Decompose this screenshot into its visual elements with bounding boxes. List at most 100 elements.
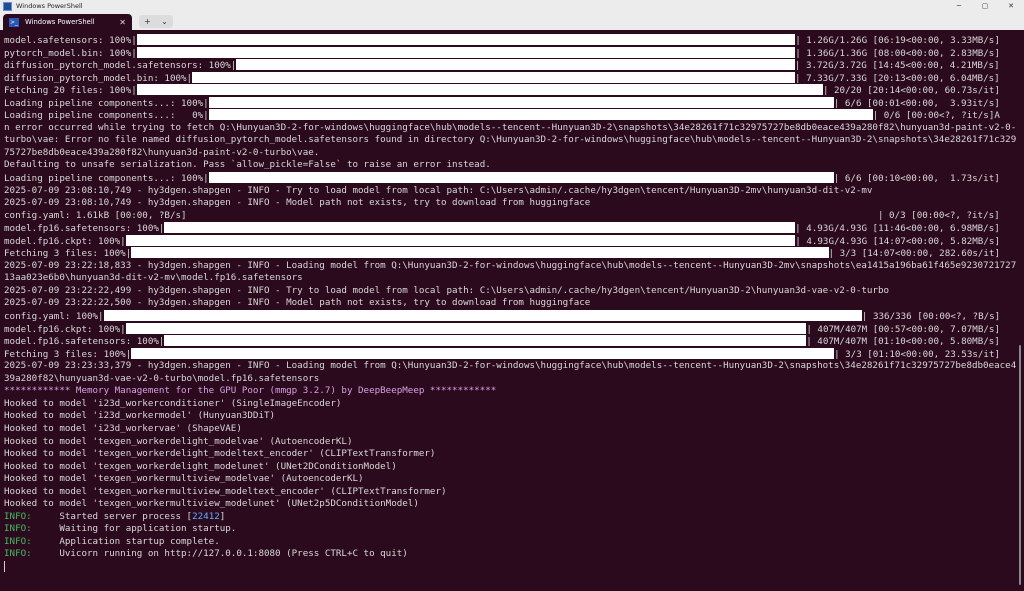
process-id: 22412 — [192, 510, 220, 522]
progress-label: Loading pipeline components...: 0%| — [4, 110, 209, 122]
progress-stats: | 3/3 [01:10<00:00, 23.53s/it] — [834, 348, 1001, 360]
terminal-line: Fetching 3 files: 100%| | 3/3 [14:07<00:0… — [4, 247, 1016, 260]
new-tab-button[interactable]: + — [144, 17, 151, 26]
progress-label: pytorch_model.bin: 100%| — [4, 47, 137, 59]
progress-label: model.fp16.safetensors: 100%| — [4, 223, 165, 235]
progress-label: model.fp16.safetensors: 100%| — [4, 336, 165, 348]
progress-stats: | 6/6 [00:01<00:00, 3.93it/s] — [833, 97, 1000, 109]
progress-stats: | 0/3 [00:00<?, ?it/s] — [877, 209, 1000, 221]
terminal-line: diffusion_pytorch_model.bin: 100%| | 7.33… — [4, 71, 1016, 85]
progress-stats: | 1.36G/1.36G [08:00<00:00, 2.83MB/s] — [795, 47, 1000, 59]
progress-stats: | 407M/407M [00:57<00:00, 7.07MB/s] — [806, 323, 1000, 335]
log-level: INFO: — [4, 510, 32, 522]
terminal-line: model.fp16.ckpt: 100%| | 4.93G/4.93G [14:… — [4, 234, 1016, 248]
terminal-line: Fetching 3 files: 100%| | 3/3 [01:10<00:0… — [4, 347, 1016, 361]
progress-bar — [125, 322, 807, 334]
terminal-line: Hooked to model 'texgen_workerdelight_mo… — [4, 436, 1016, 449]
terminal-text: 2025-07-09 23:23:33,379 - hy3dgen.shapge… — [4, 360, 1016, 372]
terminal-text: 39a280f82\hunyuan3d-vae-v2-0-turbo\model… — [4, 372, 320, 384]
terminal-text: Hooked to model 'texgen_workerdelight_mo… — [4, 435, 353, 447]
terminal-line: Hooked to model 'texgen_workerdelight_mo… — [4, 461, 1016, 474]
progress-label: diffusion_pytorch_model.bin: 100%| — [4, 72, 193, 84]
terminal-line: INFO: Started server process [22412] — [4, 511, 1016, 524]
terminal-line: n error occurred while trying to fetch Q… — [4, 122, 1016, 135]
terminal-text: Hooked to model 'i23d_workerconditioner'… — [4, 397, 342, 409]
terminal-line: 2025-07-09 23:22:22,499 - hy3dgen.shapge… — [4, 285, 1016, 298]
progress-label: Fetching 3 files: 100%| — [4, 348, 132, 360]
progress-stats: | 4.93G/4.93G [14:07<00:00, 5.82MB/s] — [795, 235, 1000, 247]
terminal-text: Hooked to model 'texgen_workermultiview_… — [4, 498, 419, 510]
terminal-text: Hooked to model 'texgen_workerdelight_mo… — [4, 460, 397, 472]
terminal-line: Loading pipeline components...: 100%| | 6… — [4, 172, 1016, 185]
tab-close-icon[interactable]: ✕ — [119, 18, 126, 27]
log-message: Started server process [ — [31, 510, 193, 522]
terminal-text: 2025-07-09 23:22:18,833 - hy3dgen.shapge… — [4, 259, 1016, 271]
terminal-line: diffusion_pytorch_model.safetensors: 100… — [4, 59, 1016, 72]
progress-bar — [125, 234, 796, 246]
progress-stats: | 4.93G/4.93G [11:46<00:00, 6.98MB/s] — [795, 223, 1000, 235]
terminal-text: Defaulting to unsafe serialization. Pass… — [4, 159, 491, 171]
progress-stats: | 3/3 [14:07<00:00, 282.60s/it] — [828, 248, 1001, 260]
progress-bar — [131, 347, 835, 359]
terminal-line: Hooked to model 'texgen_workermultiview_… — [4, 473, 1016, 486]
close-button[interactable]: ✕ — [998, 0, 1024, 12]
terminal-text: 13aa023e6b0\hunyuan3d-dit-v2-mv\model.fp… — [4, 272, 303, 284]
terminal-line: model.fp16.safetensors: 100%| | 4.93G/4.9… — [4, 222, 1016, 235]
terminal-output[interactable]: model.safetensors: 100%| | 1.26G/1.26G [0… — [4, 34, 1016, 584]
scrollbar[interactable] — [1019, 345, 1021, 585]
minimize-button[interactable]: ─ — [946, 0, 972, 12]
terminal-line: config.yaml: 100%| | 336/336 [00:00<?, ?B… — [4, 310, 1016, 323]
progress-label: Loading pipeline components...: 100%| — [4, 173, 209, 185]
maximize-button[interactable]: ▢ — [972, 0, 998, 12]
terminal-line: ************ Memory Management for the G… — [4, 385, 1016, 398]
terminal-text: turbo\vae: Error no file named diffusion… — [4, 134, 1016, 146]
terminal-text: 2025-07-09 23:22:22,500 - hy3dgen.shapge… — [4, 297, 591, 309]
progress-bar — [192, 71, 796, 83]
progress-stats: | 3.72G/3.72G [14:45<00:00, 4.21MB/s] — [794, 60, 1000, 72]
progress-stats: | 0/6 [00:00<?, ?it/s]A — [872, 110, 1000, 122]
terminal-line: INFO: Application startup complete. — [4, 536, 1016, 549]
terminal-text: config.yaml: 1.61kB [00:00, ?B/s] — [4, 209, 187, 221]
terminal-text: Hooked to model 'i23d_workervae' (ShapeV… — [4, 422, 242, 434]
progress-bar — [236, 59, 795, 71]
log-message: Application startup complete. — [31, 535, 220, 547]
powershell-tab-icon: >_ — [9, 17, 19, 27]
window-title: Windows PowerShell — [16, 2, 83, 10]
terminal-line: Hooked to model 'i23d_workermodel' (Huny… — [4, 410, 1016, 423]
terminal-line: Hooked to model 'texgen_workerdelight_mo… — [4, 448, 1016, 461]
tab-powershell[interactable]: >_ Windows PowerShell ✕ — [3, 14, 132, 30]
tab-dropdown-button[interactable]: ⌄ — [161, 17, 168, 26]
log-message: Uvicorn running on http://127.0.0.1:8080… — [31, 548, 408, 560]
progress-label: diffusion_pytorch_model.safetensors: 100… — [4, 60, 237, 72]
terminal-text: 2025-07-09 23:08:10,749 - hy3dgen.shapge… — [4, 184, 873, 196]
prompt-line[interactable] — [4, 560, 1016, 574]
terminal-line: Loading pipeline components...: 100%| | 6… — [4, 96, 1016, 110]
terminal-text: Hooked to model 'texgen_workermultiview_… — [4, 485, 447, 497]
memory-banner: ************ Memory Management for the G… — [4, 385, 497, 397]
progress-bar — [164, 335, 807, 347]
log-message: Waiting for application startup. — [31, 523, 237, 535]
progress-label: model.fp16.ckpt: 100%| — [4, 323, 126, 335]
terminal-line: model.fp16.ckpt: 100%| | 407M/407M [00:57… — [4, 322, 1016, 336]
terminal-text: 75727be8db0eace439a280f82\hunyuan3d-pain… — [4, 146, 320, 158]
log-level: INFO: — [4, 535, 32, 547]
progress-stats: | 7.33G/7.33G [20:13<00:00, 6.04MB/s] — [795, 72, 1000, 84]
terminal-line: Defaulting to unsafe serialization. Pass… — [4, 159, 1016, 172]
powershell-icon — [3, 1, 12, 11]
text-cursor — [4, 560, 5, 572]
progress-label: config.yaml: 100%| — [4, 311, 104, 323]
terminal-line: Hooked to model 'i23d_workerconditioner'… — [4, 398, 1016, 411]
progress-bar — [131, 247, 829, 259]
progress-bar — [136, 46, 796, 58]
terminal-line: 2025-07-09 23:08:10,749 - hy3dgen.shapge… — [4, 185, 1016, 198]
log-level: INFO: — [4, 523, 32, 535]
terminal-line: Hooked to model 'texgen_workermultiview_… — [4, 498, 1016, 511]
progress-bar — [136, 34, 796, 45]
window-controls: ─ ▢ ✕ — [946, 0, 1024, 12]
progress-stats: | 20/20 [20:14<00:00, 60.73s/it] — [822, 85, 1000, 97]
progress-bar — [208, 109, 873, 121]
progress-bar — [208, 96, 834, 108]
terminal-text: 2025-07-09 23:22:22,499 - hy3dgen.shapge… — [4, 284, 890, 296]
progress-bar — [103, 310, 862, 322]
